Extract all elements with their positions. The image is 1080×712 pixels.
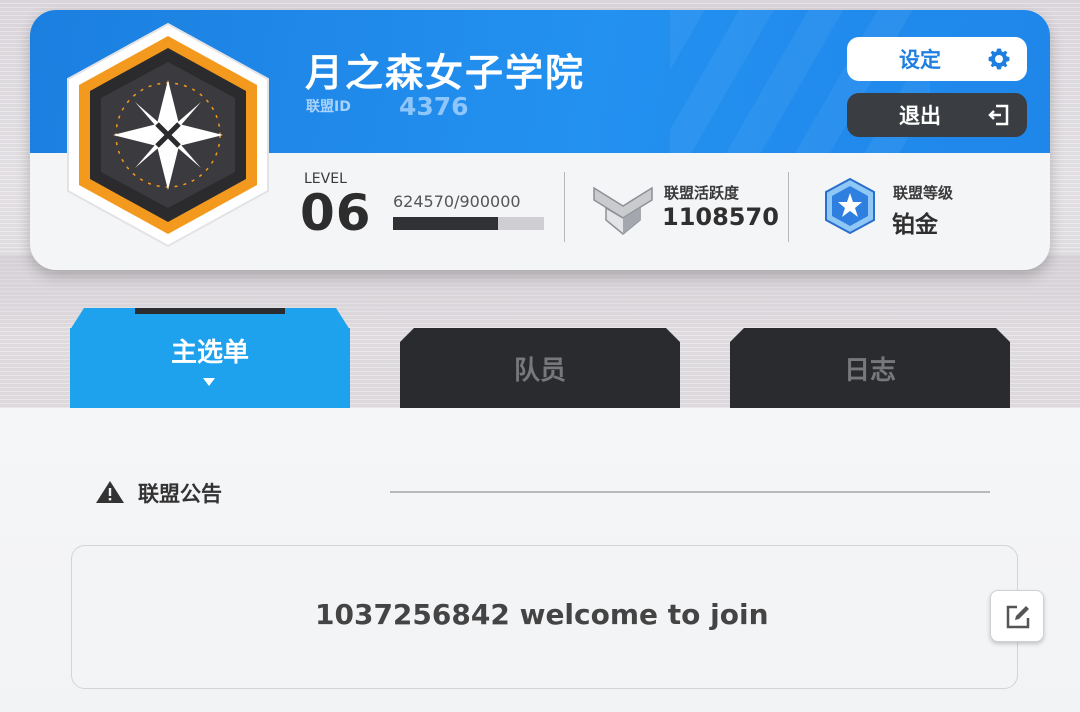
xp-text: 624570/900000 [393, 192, 521, 211]
tab-members-label: 队员 [513, 355, 566, 386]
xp-progress-bar [393, 217, 544, 230]
announcement-divider [390, 491, 990, 493]
activity-value: 1108570 [662, 203, 779, 231]
exit-door-icon [988, 104, 1009, 126]
settings-button-label: 设定 [899, 48, 941, 72]
exit-button[interactable]: 退出 [847, 93, 1027, 137]
guild-emblem-icon [67, 22, 269, 248]
tab-main-menu-label: 主选单 [170, 337, 249, 368]
tab-log[interactable]: 日志 [730, 328, 1010, 408]
edit-pencil-icon [1006, 605, 1030, 629]
announcement-text: 1037256842 welcome to join [315, 598, 769, 631]
blue-star-hexagon-icon [825, 177, 875, 235]
tab-members[interactable]: 队员 [400, 328, 680, 408]
rank-value: 铂金 [892, 212, 938, 238]
warning-triangle-icon [96, 481, 124, 503]
edit-announcement-button[interactable] [990, 590, 1044, 642]
silver-chevron-badge-icon [593, 186, 653, 235]
stat-divider [788, 172, 789, 242]
level-value: 06 [300, 184, 372, 242]
announcement-title: 联盟公告 [138, 482, 222, 506]
chevron-down-icon [203, 378, 215, 386]
exit-button-label: 退出 [899, 104, 941, 128]
tab-main-notch [135, 308, 285, 314]
stat-divider [564, 172, 565, 242]
rank-label: 联盟等级 [893, 184, 954, 202]
guild-id-value: 4376 [399, 92, 469, 121]
settings-button[interactable]: 设定 [847, 37, 1027, 81]
tab-log-label: 日志 [843, 355, 896, 386]
tab-main-menu[interactable]: 主选单 [70, 328, 350, 408]
xp-progress-fill [393, 217, 498, 230]
activity-label: 联盟活跃度 [664, 184, 740, 202]
guild-id-label: 联盟ID [306, 99, 351, 115]
gear-icon [988, 48, 1010, 70]
guild-name: 月之森女子学院 [305, 51, 586, 95]
